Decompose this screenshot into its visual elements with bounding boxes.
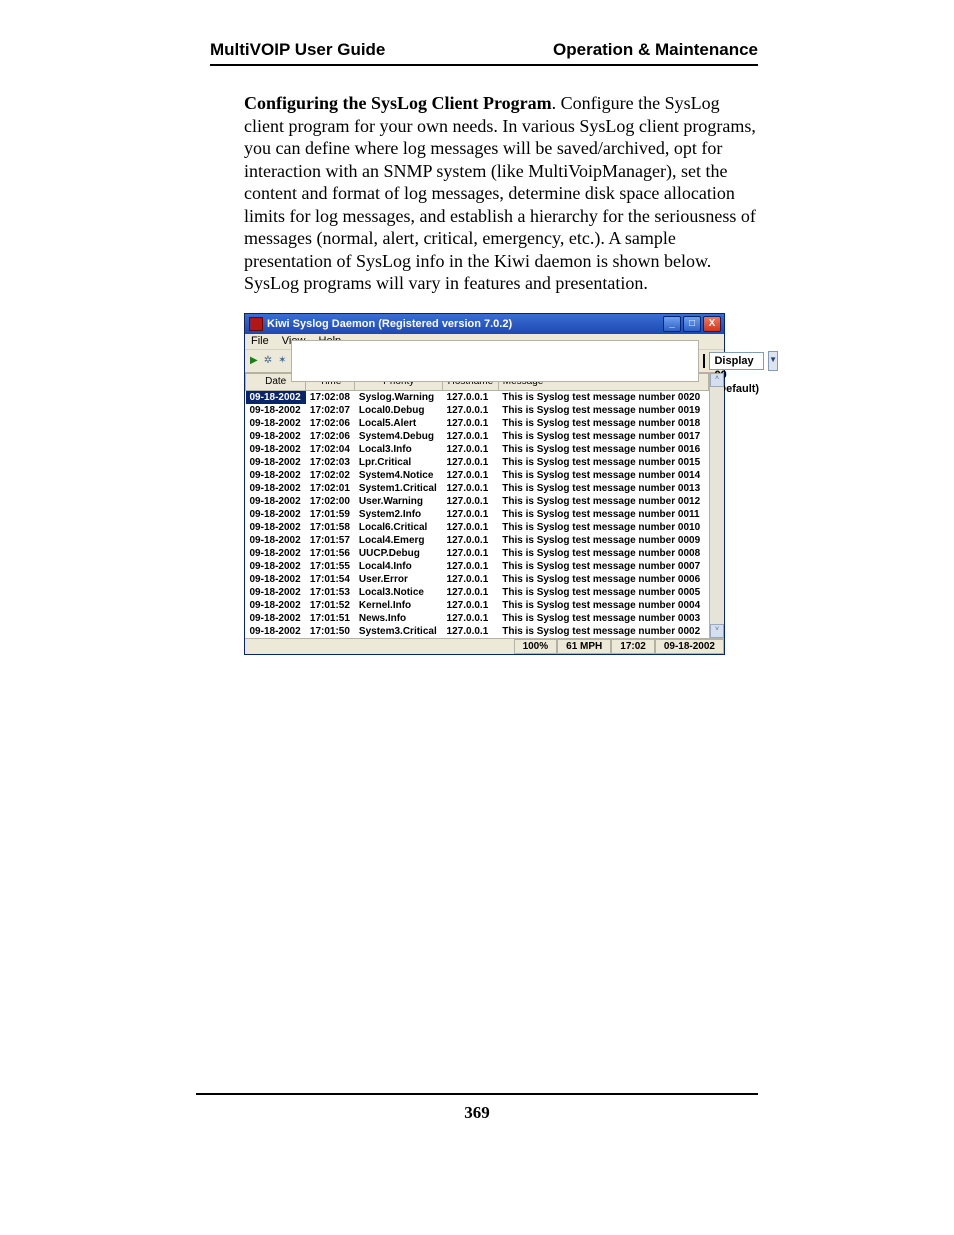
- play-icon[interactable]: ▶: [249, 353, 259, 369]
- table-row[interactable]: 09-18-200217:01:57Local4.Emerg127.0.0.1T…: [246, 534, 709, 547]
- display-selector: Display 00 (Default): [709, 352, 764, 370]
- window-title: Kiwi Syslog Daemon (Registered version 7…: [267, 318, 512, 330]
- minimize-button[interactable]: _: [663, 316, 681, 332]
- menu-file[interactable]: File: [251, 335, 269, 347]
- clear-icon[interactable]: ✶: [277, 353, 287, 369]
- settings-icon[interactable]: ✲: [263, 353, 273, 369]
- page-number: 369: [0, 1103, 954, 1123]
- table-row[interactable]: 09-18-200217:01:53Local3.Notice127.0.0.1…: [246, 586, 709, 599]
- vertical-scrollbar[interactable]: ˄ ˅: [709, 373, 724, 638]
- log-table: Date Time Priority Hostname Message 09-1…: [245, 373, 709, 638]
- table-row[interactable]: 09-18-200217:01:55Local4.Info127.0.0.1Th…: [246, 560, 709, 573]
- table-row[interactable]: 09-18-200217:01:58Local6.Critical127.0.0…: [246, 521, 709, 534]
- toolbar: ▶ ✲ ✶ Display 00 (Default) ▼: [245, 350, 724, 373]
- footer-rule: [196, 1093, 758, 1095]
- status-percent: 100%: [514, 639, 558, 654]
- table-row[interactable]: 09-18-200217:02:08Syslog.Warning127.0.0.…: [246, 390, 709, 404]
- table-row[interactable]: 09-18-200217:01:52Kernel.Info127.0.0.1Th…: [246, 599, 709, 612]
- status-time: 17:02: [611, 639, 655, 654]
- table-row[interactable]: 09-18-200217:02:01System1.Critical127.0.…: [246, 482, 709, 495]
- table-row[interactable]: 09-18-200217:02:02System4.Notice127.0.0.…: [246, 469, 709, 482]
- table-row[interactable]: 09-18-200217:02:04Local3.Info127.0.0.1Th…: [246, 443, 709, 456]
- lead-bold: Configuring the SysLog Client Program: [244, 93, 552, 113]
- table-row[interactable]: 09-18-200217:01:51News.Info127.0.0.1This…: [246, 612, 709, 625]
- lead-rest: . Configure the SysLog client program fo…: [244, 93, 756, 293]
- status-bar: 100% 61 MPH 17:02 09-18-2002: [245, 638, 724, 654]
- table-row[interactable]: 09-18-200217:02:03Lpr.Critical127.0.0.1T…: [246, 456, 709, 469]
- scroll-down-icon[interactable]: ˅: [710, 624, 724, 638]
- page-icon[interactable]: [291, 340, 699, 382]
- table-row[interactable]: 09-18-200217:01:54User.Error127.0.0.1Thi…: [246, 573, 709, 586]
- status-rate: 61 MPH: [557, 639, 611, 654]
- header-right: Operation & Maintenance: [553, 40, 758, 60]
- table-row[interactable]: 09-18-200217:02:07Local0.Debug127.0.0.1T…: [246, 404, 709, 417]
- table-row[interactable]: 09-18-200217:01:59System2.Info127.0.0.1T…: [246, 508, 709, 521]
- table-row[interactable]: 09-18-200217:02:06Local5.Alert127.0.0.1T…: [246, 417, 709, 430]
- running-header: MultiVOIP User Guide Operation & Mainten…: [210, 40, 758, 66]
- table-row[interactable]: 09-18-200217:01:56UUCP.Debug127.0.0.1Thi…: [246, 547, 709, 560]
- status-date: 09-18-2002: [655, 639, 724, 654]
- display-dropdown-button[interactable]: ▼: [768, 351, 778, 371]
- syslog-window: Kiwi Syslog Daemon (Registered version 7…: [244, 313, 725, 655]
- maximize-button[interactable]: □: [683, 316, 701, 332]
- title-bar[interactable]: Kiwi Syslog Daemon (Registered version 7…: [245, 314, 724, 334]
- body-paragraph: Configuring the SysLog Client Program. C…: [244, 92, 758, 295]
- header-left: MultiVOIP User Guide: [210, 40, 385, 60]
- table-row[interactable]: 09-18-200217:02:06System4.Debug127.0.0.1…: [246, 430, 709, 443]
- app-icon: [249, 317, 263, 331]
- table-row[interactable]: 09-18-200217:01:50System3.Critical127.0.…: [246, 625, 709, 638]
- scroll-up-icon[interactable]: ˄: [710, 373, 724, 387]
- close-button[interactable]: X: [703, 316, 721, 332]
- console-icon[interactable]: [703, 354, 705, 368]
- table-row[interactable]: 09-18-200217:02:00User.Warning127.0.0.1T…: [246, 495, 709, 508]
